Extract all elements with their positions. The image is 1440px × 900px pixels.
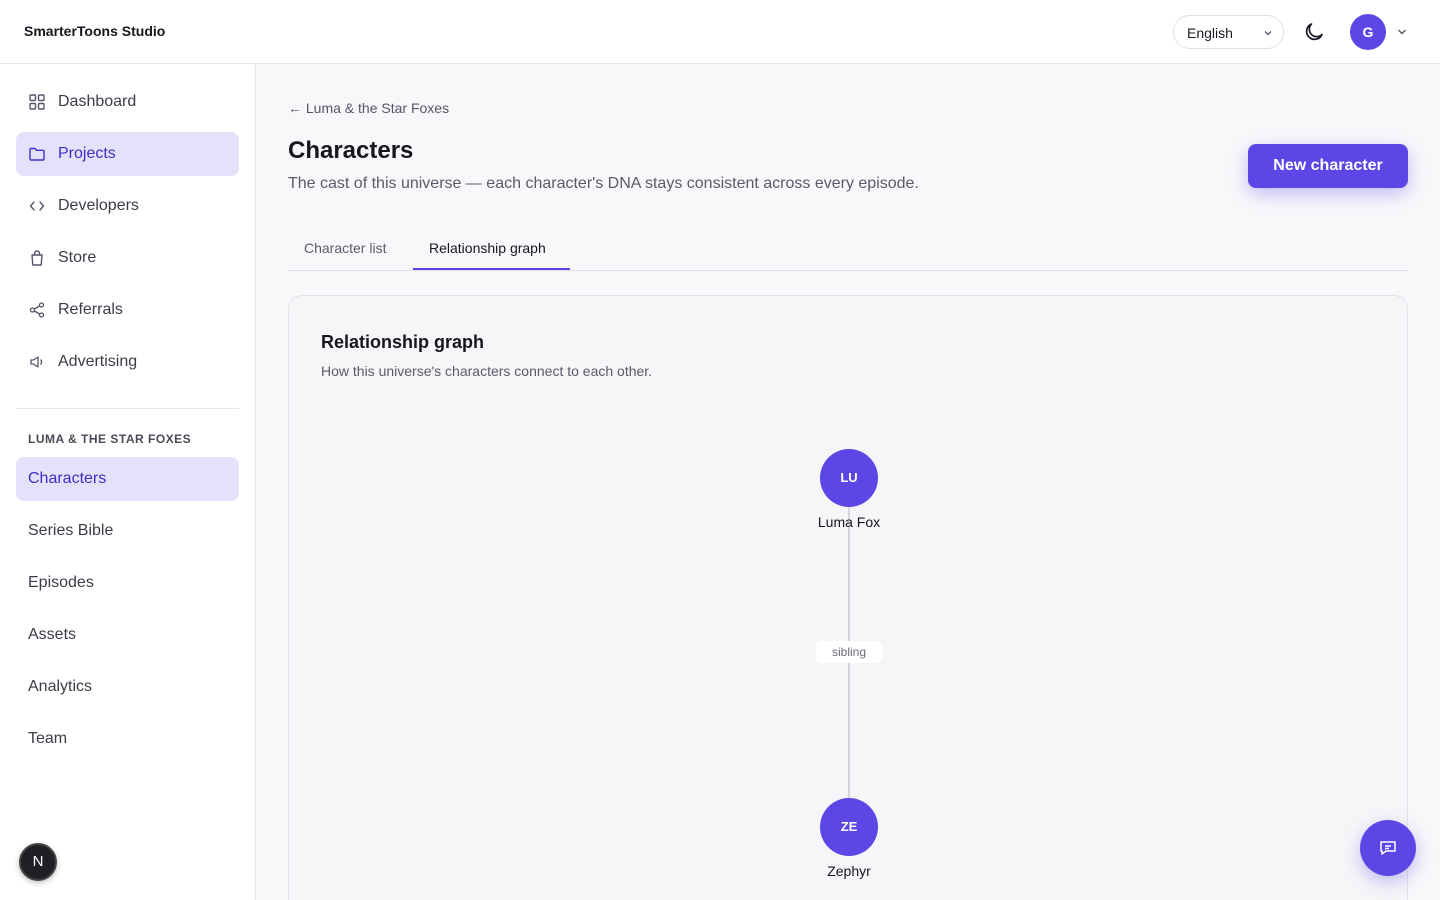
code-icon bbox=[29, 201, 45, 211]
sidebar-item-label: Analytics bbox=[28, 678, 93, 695]
brand-name[interactable]: SmarterToons Studio bbox=[24, 23, 165, 39]
top-bar: SmarterToons Studio English G bbox=[0, 0, 1440, 64]
folder-icon bbox=[29, 147, 45, 161]
graph-title: Relationship graph bbox=[321, 332, 485, 352]
share-icon bbox=[29, 302, 45, 318]
sidebar-item-team[interactable]: Team bbox=[16, 717, 239, 761]
sidebar-item-analytics[interactable]: Analytics bbox=[16, 665, 239, 709]
new-character-button[interactable]: New character bbox=[1248, 144, 1408, 188]
sidebar-item-characters[interactable]: Characters bbox=[16, 457, 239, 501]
sidebar-item-label: Characters bbox=[28, 470, 107, 487]
graph-node-luma-fox[interactable]: LU bbox=[820, 449, 878, 507]
graph-edge-label: sibling bbox=[816, 641, 882, 663]
back-link[interactable]: ← Luma & the Star Foxes bbox=[288, 100, 449, 116]
sidebar: Dashboard Projects Developers Store Refe… bbox=[0, 64, 256, 900]
sidebar-item-referrals[interactable]: Referrals bbox=[16, 288, 239, 332]
chat-icon bbox=[1380, 841, 1396, 855]
tab-character-list[interactable]: Character list bbox=[304, 240, 386, 256]
chat-button[interactable] bbox=[1360, 820, 1416, 876]
sidebar-item-label: Advertising bbox=[58, 353, 138, 370]
devtools-badge[interactable]: N bbox=[19, 843, 57, 881]
tab-bar: Character list Relationship graph bbox=[288, 230, 1408, 271]
graph-node-zephyr[interactable]: ZE bbox=[820, 798, 878, 856]
graph-description: How this universe's characters connect t… bbox=[321, 363, 653, 379]
sidebar-item-label: Assets bbox=[28, 626, 77, 643]
grid-icon bbox=[29, 94, 45, 110]
relationship-graph-card: Relationship graph How this universe's c… bbox=[288, 295, 1408, 900]
user-avatar[interactable]: G bbox=[1350, 14, 1386, 50]
active-tab-indicator bbox=[413, 268, 570, 270]
sidebar-item-advertising[interactable]: Advertising bbox=[16, 340, 239, 384]
sidebar-item-label: Developers bbox=[58, 197, 139, 214]
sidebar-item-label: Store bbox=[58, 249, 97, 266]
language-select[interactable]: English bbox=[1173, 15, 1284, 49]
page-title: Characters bbox=[288, 137, 414, 164]
page-description: The cast of this universe — each charact… bbox=[288, 175, 919, 192]
sidebar-item-label: Dashboard bbox=[58, 93, 137, 110]
sidebar-item-label: Series Bible bbox=[28, 522, 114, 539]
graph-node-name: Zephyr bbox=[827, 863, 871, 879]
megaphone-icon bbox=[30, 356, 43, 368]
shopping-bag-icon bbox=[31, 250, 43, 266]
sidebar-item-dashboard[interactable]: Dashboard bbox=[16, 80, 239, 124]
sidebar-item-projects[interactable]: Projects bbox=[16, 132, 239, 176]
sidebar-item-label: Projects bbox=[58, 145, 116, 162]
sidebar-item-label: Episodes bbox=[28, 574, 94, 591]
language-label: English bbox=[1187, 25, 1233, 41]
sidebar-item-label: Team bbox=[28, 730, 68, 747]
sidebar-item-label: Referrals bbox=[58, 301, 123, 318]
sidebar-item-developers[interactable]: Developers bbox=[16, 184, 239, 228]
sidebar-divider bbox=[16, 408, 239, 409]
graph-node-name: Luma Fox bbox=[817, 514, 881, 530]
moon-icon[interactable] bbox=[1302, 20, 1326, 44]
tab-relationship-graph[interactable]: Relationship graph bbox=[429, 240, 546, 256]
chevron-down-icon[interactable] bbox=[1396, 26, 1408, 38]
sidebar-item-episodes[interactable]: Episodes bbox=[16, 561, 239, 605]
project-section-title: LUMA & THE STAR FOXES bbox=[28, 432, 192, 446]
sidebar-item-store[interactable]: Store bbox=[16, 236, 239, 280]
sidebar-item-series-bible[interactable]: Series Bible bbox=[16, 509, 239, 553]
chevron-down-icon bbox=[1264, 31, 1272, 36]
sidebar-item-assets[interactable]: Assets bbox=[16, 613, 239, 657]
